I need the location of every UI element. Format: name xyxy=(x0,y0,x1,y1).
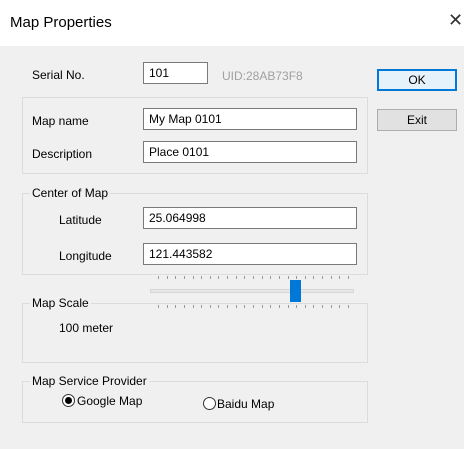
slider-tick xyxy=(348,305,349,308)
google-map-label[interactable]: Google Map xyxy=(77,394,142,408)
slider-tick xyxy=(313,276,315,279)
slider-tick xyxy=(339,276,341,279)
slider-tick xyxy=(218,276,220,279)
description-label: Description xyxy=(32,147,93,161)
slider-tick xyxy=(330,276,332,279)
slider-tick xyxy=(322,305,324,308)
map-name-label: Map name xyxy=(32,114,89,128)
slider-tick xyxy=(227,305,229,308)
ok-button[interactable]: OK xyxy=(377,69,457,91)
uid-text: UID:28AB73F8 xyxy=(222,69,303,83)
slider-tick xyxy=(278,305,280,308)
slider-tick xyxy=(261,276,263,279)
title-bar: Map Properties ✕ xyxy=(0,0,464,46)
scale-slider-track[interactable] xyxy=(150,289,354,293)
baidu-map-label[interactable]: Baidu Map xyxy=(217,397,274,411)
slider-tick xyxy=(183,305,185,308)
slider-tick xyxy=(192,276,194,279)
slider-tick xyxy=(287,276,289,279)
slider-tick xyxy=(175,305,177,308)
slider-tick xyxy=(287,305,289,308)
slider-tick xyxy=(235,276,237,279)
slider-tick xyxy=(201,276,203,279)
slider-tick xyxy=(330,305,332,308)
map-scale-caption: Map Scale xyxy=(30,296,91,310)
slider-tick xyxy=(192,305,194,308)
window-title: Map Properties xyxy=(10,14,112,31)
slider-tick xyxy=(296,276,298,279)
slider-tick xyxy=(270,305,272,308)
description-field[interactable]: Place 0101 xyxy=(143,141,357,163)
slider-tick xyxy=(209,276,211,279)
slider-tick xyxy=(166,276,168,279)
slider-tick xyxy=(158,305,159,308)
slider-tick xyxy=(158,276,159,279)
scale-slider-thumb[interactable] xyxy=(289,280,301,302)
slider-tick xyxy=(348,276,349,279)
slider-tick xyxy=(253,305,254,308)
google-map-radio-icon[interactable] xyxy=(62,394,75,407)
longitude-field[interactable]: 121.443582 xyxy=(143,243,357,265)
slider-tick xyxy=(278,276,280,279)
map-name-field[interactable]: My Map 0101 xyxy=(143,108,357,130)
center-of-map-caption: Center of Map xyxy=(30,186,111,200)
slider-tick xyxy=(261,305,263,308)
slider-tick xyxy=(270,276,272,279)
latitude-field[interactable]: 25.064998 xyxy=(143,207,357,229)
slider-tick xyxy=(227,276,229,279)
slider-tick xyxy=(244,305,246,308)
exit-button[interactable]: Exit xyxy=(377,109,457,131)
provider-caption: Map Service Provider xyxy=(30,374,149,388)
longitude-label: Longitude xyxy=(59,249,112,263)
slider-tick xyxy=(175,276,177,279)
slider-tick xyxy=(218,305,220,308)
slider-tick xyxy=(166,305,168,308)
baidu-map-radio-icon[interactable] xyxy=(203,397,216,410)
scale-value-label: 100 meter xyxy=(59,321,114,335)
slider-tick xyxy=(339,305,341,308)
slider-tick xyxy=(244,276,246,279)
slider-tick xyxy=(183,276,185,279)
slider-tick xyxy=(253,276,254,279)
slider-tick xyxy=(235,305,237,308)
serial-label: Serial No. xyxy=(32,68,85,82)
close-icon[interactable]: ✕ xyxy=(448,10,464,31)
slider-tick xyxy=(201,305,203,308)
slider-tick xyxy=(209,305,211,308)
slider-tick xyxy=(304,305,306,308)
slider-tick xyxy=(296,305,298,308)
latitude-label: Latitude xyxy=(59,213,102,227)
slider-tick xyxy=(304,276,306,279)
serial-field[interactable]: 101 xyxy=(143,62,208,84)
slider-tick xyxy=(313,305,315,308)
slider-tick xyxy=(322,276,324,279)
